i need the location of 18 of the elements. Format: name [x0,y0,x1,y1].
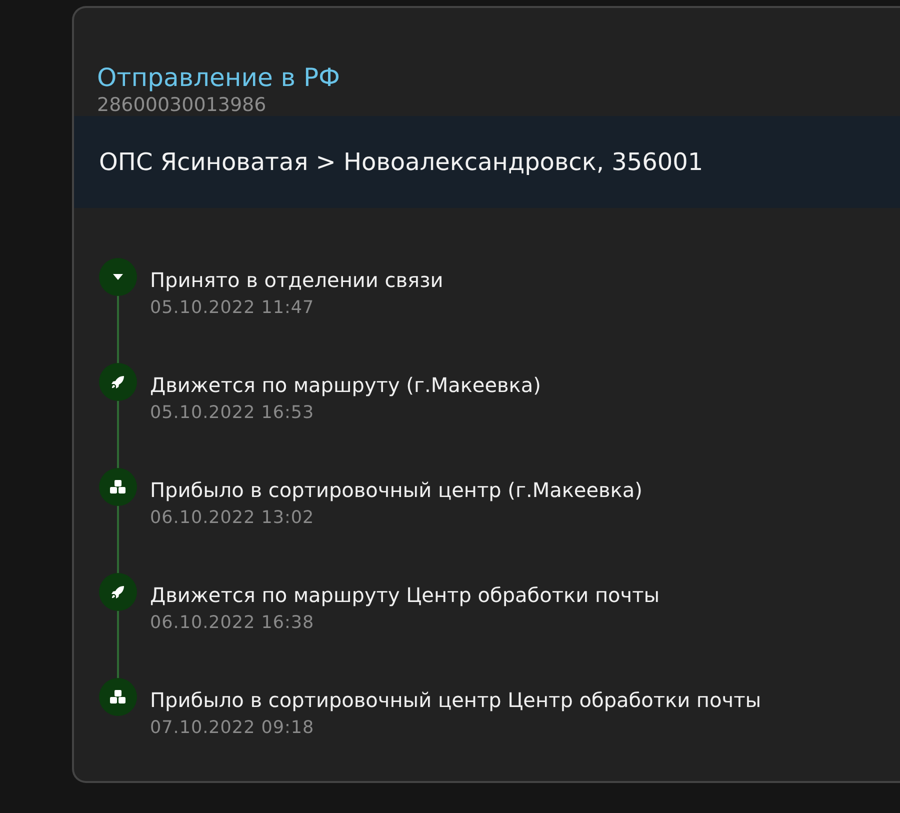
event-datetime: 06.10.2022 16:38 [150,613,316,633]
caret-down-icon [113,274,123,280]
event-status: Движется по маршруту Центр обработки почты [150,583,660,607]
event-datetime: 05.10.2022 16:53 [150,403,316,423]
boxes-icon [110,480,126,494]
event-status: Прибыло в сортировочный центр Центр обработки почты [150,688,762,712]
event-status: Прибыло в сортировочный центр (г.Макеевка) [150,478,642,502]
rocket-icon [111,375,125,389]
event-datetime: 07.10.2022 09:18 [150,718,316,738]
event-status: Принято в отделении связи [150,268,444,292]
rocket-icon [111,585,125,599]
shipment-title: Отправление в РФ [97,62,342,94]
event-status: Движется по маршруту (г.Макеевка) [150,373,541,397]
event-datetime: 06.10.2022 13:02 [150,508,316,528]
boxes-icon [110,690,126,704]
tracking-number: 28600030013986 [97,94,268,116]
event-datetime: 05.10.2022 11:47 [150,298,316,318]
route-banner: ОПС Ясиноватая > Новоалександровск, 356001 [74,116,900,208]
